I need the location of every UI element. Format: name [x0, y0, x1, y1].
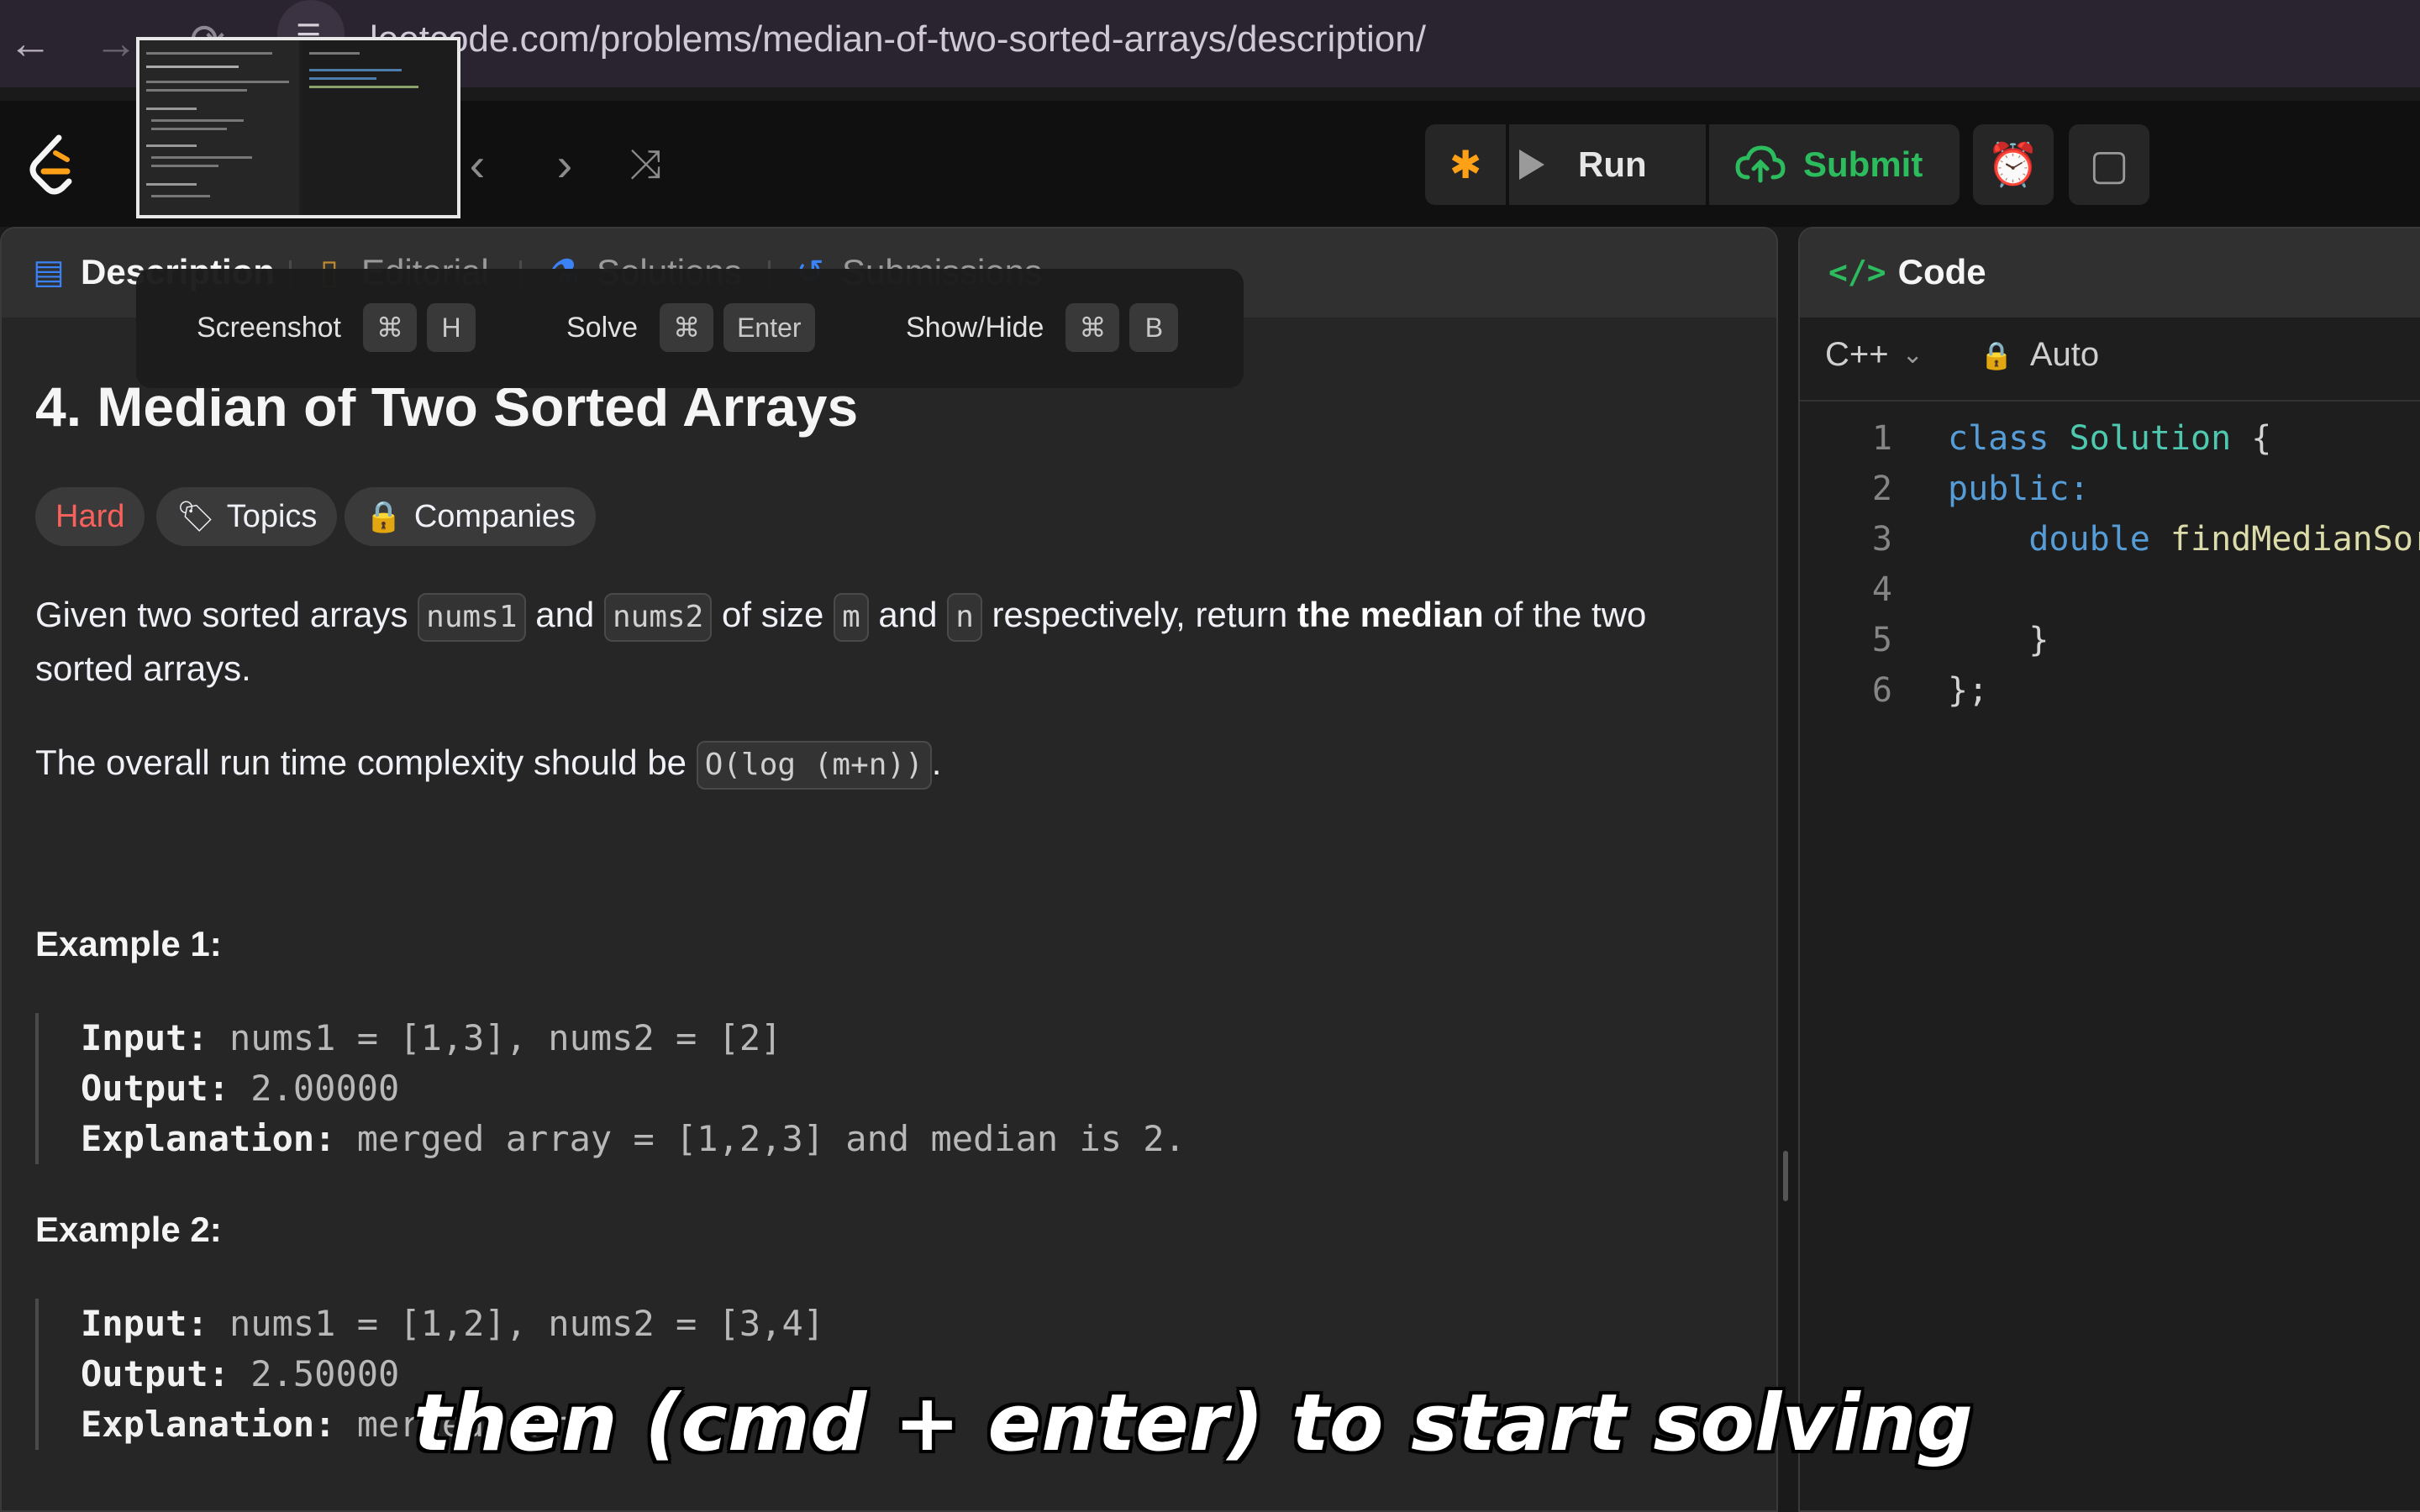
url-text[interactable]: leetcode.com/problems/median-of-two-sort… — [370, 18, 1426, 60]
leetcode-logo-icon[interactable] — [25, 134, 79, 197]
companies-label: Companies — [413, 498, 576, 534]
code-line[interactable]: 5 } — [1800, 615, 2420, 665]
code-token: findMedianSort — [2170, 520, 2420, 559]
thumbnail-right-pane — [302, 40, 457, 215]
problem-description: Given two sorted arrays nums1 and nums2 … — [35, 593, 1647, 688]
notes-icon[interactable]: ▢ — [2069, 124, 2149, 205]
shortcut-overlay: Screenshot ⌘ H Solve ⌘ Enter Show/Hide ⌘… — [136, 269, 1244, 388]
line-number: 5 — [1871, 621, 1892, 659]
thumbnail-left-pane — [139, 40, 299, 215]
run-label: Run — [1578, 144, 1647, 184]
run-button[interactable]: Run — [1512, 124, 1647, 205]
code-token: double — [2028, 520, 2150, 559]
shortcut-label: Screenshot — [197, 311, 341, 344]
line-number: 4 — [1871, 570, 1892, 609]
inline-code: nums1 — [418, 593, 526, 642]
example-2-title: Example 2: — [35, 1210, 222, 1249]
code-token: Solution — [2069, 419, 2232, 458]
cmd-key: ⌘ — [1065, 303, 1120, 352]
code-token: public: — [1948, 470, 2090, 508]
code-token: { — [2231, 419, 2272, 458]
key: B — [1129, 303, 1179, 352]
shortcut-label: Show/Hide — [906, 311, 1044, 344]
chevron-down-icon: ⌄ — [1902, 341, 1923, 369]
code-token: } — [1948, 621, 2049, 659]
example-1-block: Input: nums1 = [1,3], nums2 = [2] Output… — [35, 1013, 1548, 1164]
code-token: class — [1948, 419, 2049, 458]
inline-code: O(log (m+n)) — [696, 741, 932, 790]
lock-icon: 🔒 — [1980, 339, 2013, 370]
back-arrow-icon[interactable]: ← — [8, 18, 52, 69]
alarm-clock-icon[interactable]: ⏰ — [1973, 124, 2054, 205]
line-number: 3 — [1871, 520, 1892, 559]
panel-resize-handle[interactable] — [1783, 1151, 1788, 1201]
difficulty-badge: Hard — [35, 487, 145, 546]
editor-options-bar: C++ ⌄ 🔒 Auto — [1800, 318, 2420, 402]
play-icon — [1519, 150, 1544, 180]
document-icon: ▤ — [33, 254, 65, 291]
auto-mode-label: Auto — [2029, 336, 2100, 373]
forward-arrow-icon[interactable]: → — [94, 18, 138, 69]
shortcut-screenshot[interactable]: Screenshot ⌘ H — [197, 302, 476, 353]
auto-mode-toggle[interactable]: 🔒 Auto — [1980, 336, 2099, 374]
line-number: 6 — [1871, 671, 1892, 710]
submit-button[interactable]: Submit — [1734, 124, 1923, 205]
code-token: }; — [1948, 671, 1989, 710]
cmd-key: ⌘ — [660, 303, 714, 352]
code-line[interactable]: 3 double findMedianSort — [1800, 514, 2420, 564]
lock-icon: 🔒 — [365, 499, 402, 533]
example-1-title: Example 1: — [35, 924, 222, 963]
code-panel-header: </> Code — [1800, 228, 2420, 318]
line-number: 2 — [1871, 470, 1892, 508]
inline-code: m — [834, 593, 869, 642]
shortcut-solve[interactable]: Solve ⌘ Enter — [566, 302, 815, 353]
code-line[interactable]: 1 class Solution { — [1800, 413, 2420, 464]
complexity-note: The overall run time complexity should b… — [35, 736, 1733, 790]
cmd-key: ⌘ — [363, 303, 417, 352]
code-panel-title: </> Code — [1828, 252, 1986, 291]
key: H — [427, 303, 476, 352]
video-caption: then (cmd + enter) to start solving — [413, 1378, 1973, 1469]
topics-tag[interactable]: 🏷 Topics — [156, 487, 338, 546]
language-value: C++ — [1825, 336, 1889, 373]
submit-label: Submit — [1803, 144, 1923, 184]
next-problem-icon[interactable]: › — [531, 131, 598, 198]
companies-tag[interactable]: 🔒 Companies — [345, 487, 597, 546]
code-panel: </> Code C++ ⌄ 🔒 Auto 1 class Solution {2… — [1798, 227, 2420, 1512]
code-brackets-icon: </> — [1828, 254, 1886, 291]
shuffle-icon[interactable]: ⤨ — [612, 131, 679, 198]
screenshot-thumbnail[interactable] — [136, 37, 460, 218]
cloud-upload-icon — [1735, 145, 1786, 183]
language-select[interactable]: C++ ⌄ — [1825, 336, 1923, 374]
inline-code: nums2 — [603, 593, 713, 642]
inline-code: n — [947, 593, 982, 642]
code-line[interactable]: 6}; — [1800, 665, 2420, 716]
debug-bug-icon[interactable]: ✱ — [1425, 124, 1506, 205]
code-line[interactable]: 2 public: — [1800, 464, 2420, 514]
line-number: 1 — [1871, 419, 1892, 458]
topics-label: Topics — [226, 498, 318, 534]
shortcut-label: Solve — [566, 311, 639, 344]
group-divider — [1506, 124, 1509, 205]
key: Enter — [723, 303, 815, 352]
tag-icon: 🏷 — [176, 499, 215, 533]
shortcut-show-hide[interactable]: Show/Hide ⌘ B — [906, 302, 1179, 353]
group-divider — [1706, 124, 1709, 205]
code-line[interactable]: 4 — [1800, 564, 2420, 615]
